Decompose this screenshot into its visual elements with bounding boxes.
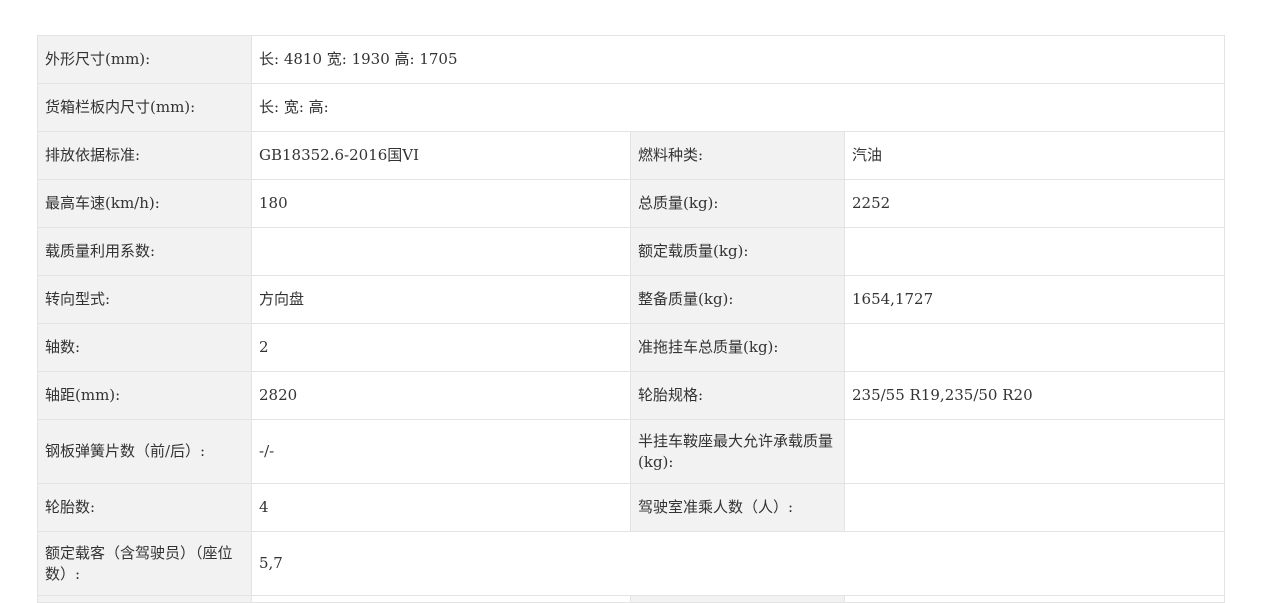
table-row: 轮胎数: 4 驾驶室准乘人数（人）: [37,483,1226,532]
partial-cell [251,595,631,603]
partial-cell [37,595,252,603]
value-steering-type: 方向盘 [251,275,631,324]
label-cab-capacity: 驾驶室准乘人数（人）: [630,483,845,532]
value-trailer-gross-mass [843,323,1226,372]
value-load-utilization [251,227,631,276]
label-gross-mass: 总质量(kg): [630,179,845,228]
label-steering-type: 转向型式: [37,275,252,324]
value-fifth-wheel-load [843,419,1226,484]
label-load-utilization: 载质量利用系数: [37,227,252,276]
table-row: 排放依据标准: GB18352.6-2016国VI 燃料种类: 汽油 [37,131,1226,180]
value-max-speed: 180 [251,179,631,228]
partial-cell [843,595,1226,603]
label-trailer-gross-mass: 准拖挂车总质量(kg): [630,323,845,372]
table-row: 轴数: 2 准拖挂车总质量(kg): [37,323,1226,372]
label-curb-weight: 整备质量(kg): [630,275,845,324]
table-row: 钢板弹簧片数（前/后）: -/- 半挂车鞍座最大允许承载质量(kg): [37,419,1226,484]
table-row: 货箱栏板内尺寸(mm): 长: 宽: 高: [37,83,1226,132]
value-rated-load [843,227,1226,276]
partial-cell [630,595,845,603]
label-fuel-type: 燃料种类: [630,131,845,180]
label-max-speed: 最高车速(km/h): [37,179,252,228]
label-cargo-box-dimensions: 货箱栏板内尺寸(mm): [37,83,252,132]
value-tire-count: 4 [251,483,631,532]
label-fifth-wheel-load: 半挂车鞍座最大允许承载质量(kg): [630,419,845,484]
vehicle-spec-table: 外形尺寸(mm): 长: 4810 宽: 1930 高: 1705 货箱栏板内尺… [37,35,1226,603]
table-row: 轴距(mm): 2820 轮胎规格: 235/55 R19,235/50 R20 [37,371,1226,420]
value-curb-weight: 1654,1727 [843,275,1226,324]
value-rated-passengers: 5,7 [250,531,1226,596]
label-tire-spec: 轮胎规格: [630,371,845,420]
table-row: 额定载客（含驾驶员）（座位数）: 5,7 [37,531,1226,596]
label-dimensions: 外形尺寸(mm): [37,35,252,84]
value-tire-spec: 235/55 R19,235/50 R20 [843,371,1226,420]
value-leaf-springs: -/- [251,419,631,484]
value-wheelbase: 2820 [251,371,631,420]
table-row-partial [37,595,1226,603]
table-row: 转向型式: 方向盘 整备质量(kg): 1654,1727 [37,275,1226,324]
value-dimensions: 长: 4810 宽: 1930 高: 1705 [250,35,1226,84]
value-fuel-type: 汽油 [843,131,1226,180]
value-cargo-box-dimensions: 长: 宽: 高: [250,83,1226,132]
label-tire-count: 轮胎数: [37,483,252,532]
value-gross-mass: 2252 [843,179,1226,228]
table-row: 载质量利用系数: 额定载质量(kg): [37,227,1226,276]
label-leaf-springs: 钢板弹簧片数（前/后）: [37,419,252,484]
value-emission-standard: GB18352.6-2016国VI [251,131,631,180]
table-row: 最高车速(km/h): 180 总质量(kg): 2252 [37,179,1226,228]
label-rated-passengers: 额定载客（含驾驶员）（座位数）: [37,531,252,596]
value-axle-count: 2 [251,323,631,372]
label-wheelbase: 轴距(mm): [37,371,252,420]
label-emission-standard: 排放依据标准: [37,131,252,180]
table-row: 外形尺寸(mm): 长: 4810 宽: 1930 高: 1705 [37,35,1226,84]
label-rated-load: 额定载质量(kg): [630,227,845,276]
label-axle-count: 轴数: [37,323,252,372]
value-cab-capacity [843,483,1226,532]
